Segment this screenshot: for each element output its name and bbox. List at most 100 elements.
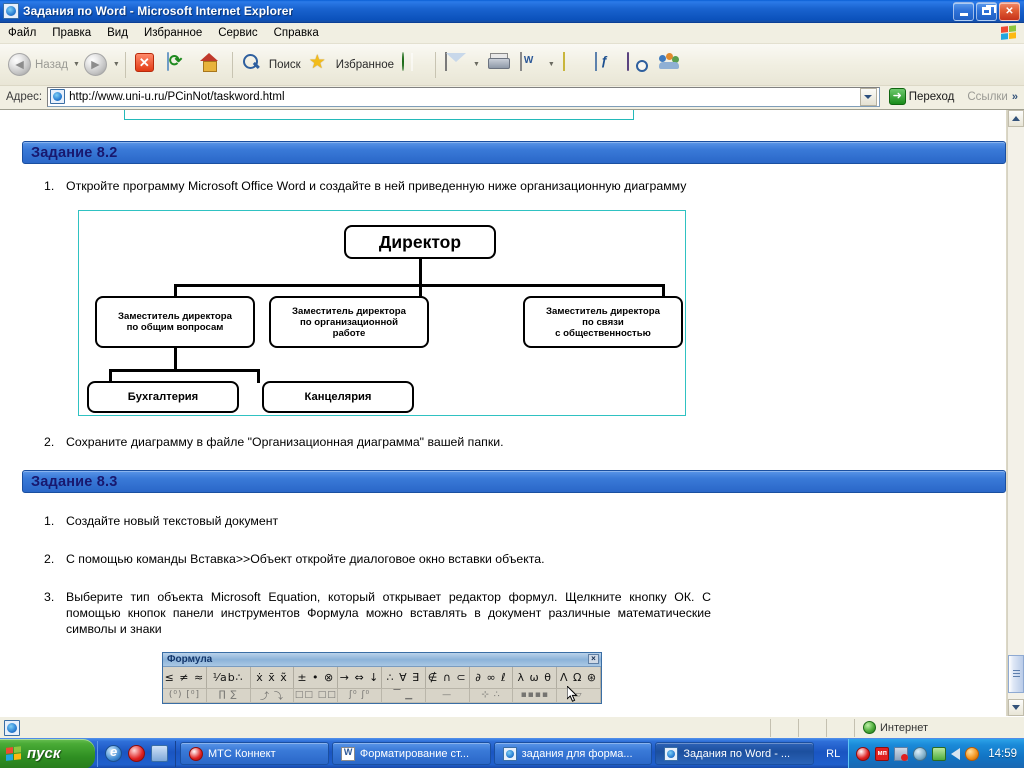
list-number: 1. — [44, 514, 55, 529]
address-label: Адрес: — [6, 90, 43, 103]
note-icon — [562, 51, 587, 77]
opera-icon[interactable] — [128, 745, 145, 762]
list-item: 2. Сохраните диаграмму в файле "Организа… — [44, 434, 1006, 450]
formula-button: ʃ⁰ ʃ⁰ — [338, 688, 382, 702]
toolbar-separator-3 — [434, 51, 436, 78]
globe-clock-icon — [401, 51, 426, 77]
print-button[interactable] — [484, 48, 516, 82]
formula-button: Λ Ω ⊛ — [557, 666, 601, 688]
menu-item-file[interactable]: Файл — [0, 25, 44, 41]
formula-button: → ⇔ ↓ — [338, 666, 382, 688]
org-node-line: Заместитель директора — [292, 305, 406, 317]
tray-network-icon[interactable] — [894, 746, 909, 761]
address-bar: Адрес: http://www.uni-u.ru/PCinNot/taskw… — [0, 86, 1024, 110]
org-node-accounting: Бухгалтерия — [87, 381, 239, 414]
go-arrow-icon: ➜ — [888, 88, 906, 105]
word-document-icon — [519, 51, 544, 77]
home-button[interactable] — [195, 48, 227, 82]
scroll-up-button[interactable] — [1008, 110, 1024, 127]
globe-icon — [863, 721, 876, 734]
back-button[interactable]: ◄ Назад — [4, 48, 72, 82]
org-node-line: по общим вопросам — [126, 322, 224, 334]
show-desktop-icon[interactable] — [151, 745, 168, 762]
org-node-root: Директор — [344, 225, 496, 260]
menu-item-edit[interactable]: Правка — [44, 25, 99, 41]
status-bar: Интернет — [0, 716, 1024, 738]
links-label[interactable]: Ссылки — [967, 91, 1008, 103]
back-label: Назад — [35, 58, 68, 71]
search-icon — [242, 53, 266, 77]
toolbar-overflow-icon[interactable]: » — [1012, 91, 1018, 103]
scrollbar-track[interactable] — [1008, 127, 1024, 699]
notes-button[interactable] — [559, 48, 591, 82]
start-button[interactable]: пуск — [0, 738, 95, 768]
tray-update-icon[interactable] — [965, 746, 980, 761]
scrollbar-thumb[interactable] — [1008, 655, 1024, 693]
taskbar-clock[interactable]: 14:59 — [988, 748, 1017, 760]
formula-button: ▔ ▁ — [382, 688, 426, 702]
address-input[interactable]: http://www.uni-u.ru/PCinNot/taskword.htm… — [47, 86, 880, 107]
window-title: Задания по Word - Microsoft Internet Exp… — [23, 4, 294, 18]
org-node-line: по организационной — [299, 316, 399, 328]
vertical-scrollbar[interactable] — [1007, 110, 1024, 716]
taskbar-item-mts[interactable]: МТС Коннект — [180, 742, 329, 765]
ie-icon[interactable] — [105, 744, 122, 762]
system-tray: мп 14:59 — [848, 738, 1024, 768]
ie-icon — [502, 746, 517, 761]
mail-dropdown-icon[interactable]: ▼ — [473, 61, 480, 68]
minimize-button[interactable] — [953, 1, 974, 21]
tray-opera-icon[interactable] — [856, 746, 871, 761]
menu-item-view[interactable]: Вид — [99, 25, 136, 41]
formula-button: — — [426, 688, 470, 702]
favorites-button[interactable]: ★ Избранное — [305, 48, 398, 82]
menu-item-favorites[interactable]: Избранное — [136, 25, 210, 41]
taskbar-item-zadaniya[interactable]: задания для форма... — [493, 742, 653, 765]
close-button[interactable]: ✕ — [999, 1, 1020, 21]
tray-mts-icon[interactable]: мп — [875, 746, 890, 761]
edit-dropdown-icon[interactable]: ▼ — [548, 61, 555, 68]
window-controls: ✕ — [953, 1, 1022, 21]
research-button[interactable] — [623, 48, 655, 82]
formula-button: ∉ ∩ ⊂ — [426, 666, 470, 688]
org-node-line: Заместитель директора — [118, 311, 232, 323]
document-body: Задание 8.2 1. Откройте программу Micros… — [0, 110, 1006, 704]
ie-icon — [664, 746, 679, 761]
history-button[interactable] — [398, 48, 430, 82]
people-icon — [658, 52, 683, 77]
tray-shield-icon[interactable] — [913, 746, 928, 761]
contacts-button[interactable] — [655, 48, 687, 82]
back-dropdown-icon[interactable]: ▼ — [73, 61, 80, 68]
forward-dropdown-icon[interactable]: ▼ — [113, 61, 120, 68]
language-indicator[interactable]: RL — [818, 748, 848, 760]
tray-speaker-device-icon[interactable] — [932, 746, 947, 761]
tray-volume-icon[interactable] — [951, 747, 961, 760]
menu-bar: Файл Правка Вид Избранное Сервис Справка — [0, 23, 1024, 44]
page-favicon-icon — [50, 89, 66, 104]
mouse-cursor-icon — [567, 685, 578, 702]
org-node-line: работе — [332, 327, 366, 339]
search-button[interactable]: Поиск — [238, 48, 305, 82]
taskbar-item-word-tasks[interactable]: Задания по Word - ... — [655, 742, 815, 765]
previous-task-box-clipped — [124, 110, 634, 120]
forward-button[interactable]: ► — [80, 48, 112, 82]
refresh-button[interactable] — [163, 48, 195, 82]
messenger-button[interactable] — [591, 48, 623, 82]
opera-icon — [189, 746, 203, 761]
formula-button: ± • ⊗ — [294, 666, 339, 688]
taskbar-item-formatting[interactable]: Форматирование ст... — [331, 742, 491, 765]
stop-button[interactable]: ✕ — [131, 48, 163, 82]
go-button[interactable]: ➜ Переход — [884, 87, 960, 106]
menu-item-tools[interactable]: Сервис — [210, 25, 265, 41]
address-dropdown-button[interactable] — [859, 87, 877, 106]
menu-item-help[interactable]: Справка — [266, 25, 327, 41]
restore-button[interactable] — [976, 1, 997, 21]
refresh-icon — [166, 51, 191, 77]
mail-button[interactable]: ▼ — [441, 48, 484, 82]
toolbar-separator-2 — [231, 51, 233, 78]
main-toolbar: ◄ Назад ▼ ► ▼ ✕ Поиск ★ Избранное — [0, 44, 1024, 86]
page-content: Задание 8.2 1. Откройте программу Micros… — [0, 110, 1007, 716]
edit-word-button[interactable]: ▼ — [516, 48, 559, 82]
scroll-down-button[interactable] — [1008, 699, 1024, 716]
org-node-deputy-general: Заместитель директора по общим вопросам — [95, 296, 255, 349]
taskbar-item-label: Форматирование ст... — [359, 747, 470, 760]
